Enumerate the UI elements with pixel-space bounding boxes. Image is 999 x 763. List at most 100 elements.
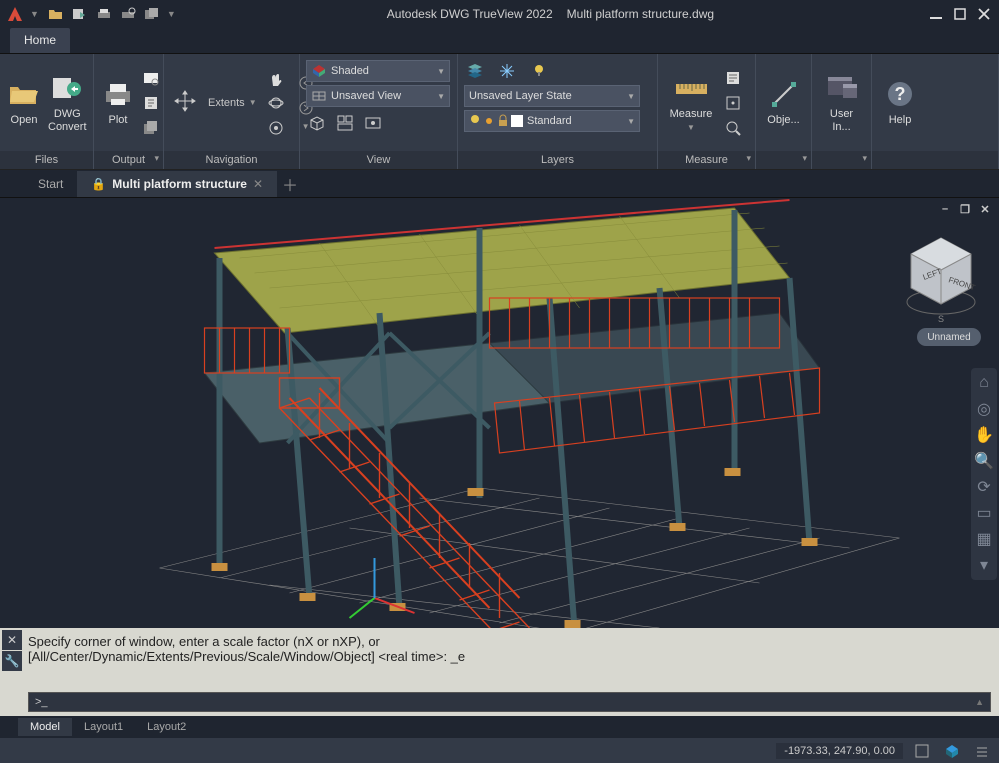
settings-nav-icon[interactable]: ▦ — [975, 530, 993, 548]
panel-ui: User In... ▾ — [812, 54, 872, 169]
orbit-icon[interactable] — [265, 92, 287, 114]
qat-publish-icon[interactable] — [141, 4, 163, 24]
add-tab-button[interactable]: ＋ — [277, 171, 303, 197]
osnap-button[interactable]: Obje... — [762, 59, 805, 147]
box-view-icon[interactable] — [306, 112, 328, 134]
close-button[interactable] — [973, 4, 995, 24]
drawing-model — [0, 198, 999, 628]
panel-view: Shaded▼ Unsaved View▼ View — [300, 54, 458, 169]
qat-print-preview-icon[interactable] — [117, 4, 139, 24]
list-icon[interactable] — [722, 67, 744, 89]
layer-on-icon[interactable] — [528, 60, 550, 82]
vp-close-icon[interactable]: ✕ — [977, 202, 993, 216]
pan-hand-icon[interactable] — [265, 67, 287, 89]
panel-output-title[interactable]: Output▾ — [94, 151, 163, 169]
measure-button[interactable]: Measure▼ — [664, 59, 718, 147]
qat-convert-icon[interactable] — [69, 4, 91, 24]
wheel-nav-icon[interactable]: ◎ — [975, 400, 993, 418]
panel-view-title: View — [300, 151, 457, 169]
cmd-options-icon[interactable]: 🔧 — [2, 651, 22, 671]
plot-button[interactable]: Plot — [100, 59, 136, 147]
layout-tab-model[interactable]: Model — [18, 718, 72, 736]
lock-icon: 🔒 — [91, 177, 106, 191]
batch-plot-icon[interactable] — [140, 117, 162, 139]
command-area: ✕ 🔧 Specify corner of window, enter a sc… — [0, 628, 999, 716]
drawing-viewport[interactable]: – ❐ ✕ — [0, 198, 999, 628]
preview-icon[interactable] — [140, 67, 162, 89]
saved-view-combo[interactable]: Unsaved View▼ — [306, 85, 450, 107]
layout-tab-bar: Model Layout1 Layout2 — [0, 716, 999, 738]
view-icon — [311, 88, 327, 104]
app-title: Autodesk DWG TrueView 2022 — [387, 7, 553, 21]
vp-restore-icon[interactable]: ❐ — [957, 202, 973, 216]
cmd-close-icon[interactable]: ✕ — [2, 630, 22, 650]
panel-objectsnap: Obje... ▾ — [756, 54, 812, 169]
app-menu-arrow[interactable]: ▼ — [30, 9, 39, 19]
status-isoplane-icon[interactable] — [941, 741, 963, 761]
doc-tab-start[interactable]: Start — [24, 171, 77, 197]
crosshair-icon — [169, 85, 201, 117]
qat-open-icon[interactable] — [45, 4, 67, 24]
convert-icon — [51, 72, 83, 104]
locate-icon[interactable] — [722, 117, 744, 139]
collapse-nav-icon[interactable]: ▾ — [975, 556, 993, 574]
shaded-icon — [311, 63, 327, 79]
panel-measure-title[interactable]: Measure▾ — [658, 151, 755, 169]
view-cube[interactable]: S LEFT FRONT — [901, 230, 981, 330]
panel-osnap-title[interactable]: ▾ — [756, 151, 811, 169]
pan-button[interactable] — [170, 59, 200, 147]
prompt-icon: >_ — [35, 696, 48, 708]
bulb-icon — [469, 114, 481, 128]
ui-button[interactable]: User In... — [818, 59, 865, 147]
status-customize-icon[interactable] — [971, 741, 993, 761]
command-input[interactable]: >_ ▲ — [28, 692, 991, 712]
layer-combo[interactable]: Standard▼ — [464, 110, 640, 132]
layer-freeze-icon[interactable] — [496, 60, 518, 82]
multi-viewport-icon[interactable] — [334, 112, 356, 134]
minimize-button[interactable] — [925, 4, 947, 24]
open-button[interactable]: Open — [6, 59, 42, 147]
layer-state-combo[interactable]: Unsaved Layer State▼ — [464, 85, 640, 107]
question-icon: ? — [884, 78, 916, 110]
ribbon-tab-row: Home — [0, 28, 999, 54]
steering-wheel-icon[interactable] — [265, 117, 287, 139]
panel-ui-title[interactable]: ▾ — [812, 151, 871, 169]
visual-style-combo[interactable]: Shaded▼ — [306, 60, 450, 82]
home-nav-icon[interactable]: ⌂ — [975, 374, 993, 392]
ribbon-tab-home[interactable]: Home — [10, 28, 70, 53]
showcase-nav-icon[interactable]: ▭ — [975, 504, 993, 522]
lock-icon — [497, 114, 509, 128]
doc-tab-active[interactable]: 🔒 Multi platform structure ✕ — [77, 171, 277, 197]
layout-tab-2[interactable]: Layout2 — [135, 718, 198, 736]
status-model-icon[interactable] — [911, 741, 933, 761]
quick-access-toolbar: ▼ — [45, 4, 176, 24]
panel-files: Open DWGConvert Files — [0, 54, 94, 169]
panel-measure: Measure▼ Measure▾ — [658, 54, 756, 169]
qat-print-icon[interactable] — [93, 4, 115, 24]
folder-open-icon — [8, 78, 40, 110]
panel-navigation-title: Navigation — [164, 151, 299, 169]
help-button[interactable]: ? Help — [878, 59, 922, 147]
maximize-button[interactable] — [949, 4, 971, 24]
app-logo[interactable] — [4, 3, 26, 25]
layout-tab-1[interactable]: Layout1 — [72, 718, 135, 736]
zoom-nav-icon[interactable]: 🔍 — [975, 452, 993, 470]
view-name-button[interactable]: Unnamed — [917, 328, 981, 346]
navigation-bar: ⌂ ◎ ✋ 🔍 ⟳ ▭ ▦ ▾ — [971, 368, 997, 580]
dwg-convert-button[interactable]: DWGConvert — [46, 59, 89, 147]
extents-button[interactable]: Extents▼ — [208, 97, 257, 109]
status-bar: -1973.33, 247.90, 0.00 — [0, 738, 999, 763]
ruler-icon — [675, 72, 707, 104]
layer-states-icon[interactable] — [464, 60, 486, 82]
page-setup-icon[interactable] — [140, 92, 162, 114]
panel-help-title — [872, 151, 998, 169]
pan-nav-icon[interactable]: ✋ — [975, 426, 993, 444]
vp-minimize-icon[interactable]: – — [937, 202, 953, 216]
named-views-icon[interactable] — [362, 112, 384, 134]
id-point-icon[interactable] — [722, 92, 744, 114]
snap-line-icon — [768, 78, 800, 110]
panel-help: ? Help — [872, 54, 999, 169]
qat-customize-arrow[interactable]: ▼ — [167, 9, 176, 19]
close-tab-icon[interactable]: ✕ — [253, 177, 263, 191]
orbit-nav-icon[interactable]: ⟳ — [975, 478, 993, 496]
